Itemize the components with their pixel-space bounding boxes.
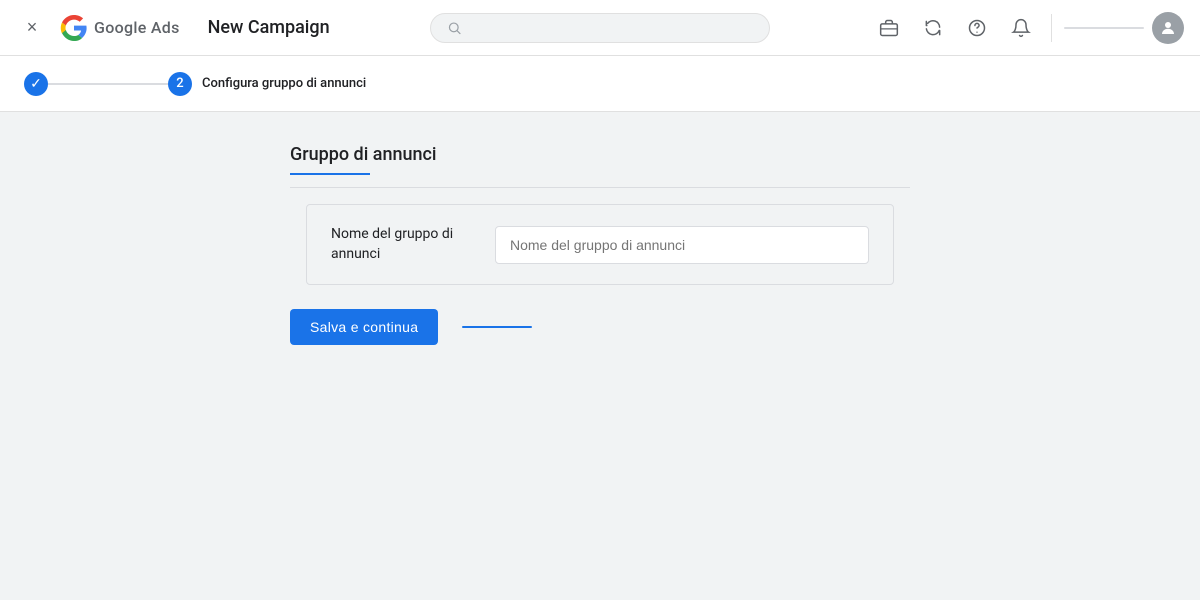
help-button[interactable] xyxy=(959,10,995,46)
ad-group-name-input[interactable] xyxy=(495,226,869,264)
user-icon xyxy=(1159,19,1177,37)
refresh-button[interactable] xyxy=(915,10,951,46)
campaign-title: New Campaign xyxy=(208,17,330,38)
avatar[interactable] xyxy=(1152,12,1184,44)
search-icon xyxy=(447,20,462,36)
progress-bar: ✓ 2 Configura gruppo di annunci xyxy=(0,56,1200,112)
content-wrapper: Gruppo di annunci Nome del gruppo di ann… xyxy=(290,144,910,345)
step-2-label: Configura gruppo di annunci xyxy=(202,76,366,91)
bell-icon xyxy=(1011,18,1031,38)
step-1-checkmark: ✓ xyxy=(30,76,42,92)
form-label: Nome del gruppo di annunci xyxy=(331,225,471,264)
header-actions xyxy=(871,10,1184,46)
refresh-icon xyxy=(923,18,943,38)
form-row: Nome del gruppo di annunci xyxy=(306,204,894,285)
section-title-area: Gruppo di annunci xyxy=(290,144,910,183)
section-divider xyxy=(290,187,910,188)
header: × Google Ads New Campaign xyxy=(0,0,1200,56)
search-box xyxy=(430,13,770,43)
google-ads-logo: Google Ads xyxy=(60,14,180,42)
step-2-number: 2 xyxy=(176,76,183,91)
help-icon xyxy=(967,18,987,38)
step-1: ✓ xyxy=(24,72,48,96)
search-input[interactable] xyxy=(470,20,753,36)
actions-row: Salva e continua xyxy=(290,301,910,345)
step-connector-line xyxy=(48,83,168,85)
save-continue-button[interactable]: Salva e continua xyxy=(290,309,438,345)
notifications-button[interactable] xyxy=(1003,10,1039,46)
skip-line xyxy=(462,326,532,328)
section-underline xyxy=(290,173,370,175)
logo-text: Google Ads xyxy=(94,18,180,37)
account-line xyxy=(1064,27,1144,29)
main-content: Gruppo di annunci Nome del gruppo di ann… xyxy=(0,112,1200,600)
briefcase-icon xyxy=(879,18,899,38)
close-icon: × xyxy=(27,17,38,38)
briefcase-button[interactable] xyxy=(871,10,907,46)
header-search xyxy=(330,13,871,43)
close-button[interactable]: × xyxy=(16,12,48,44)
step-2-circle: 2 xyxy=(168,72,192,96)
google-logo-icon xyxy=(60,14,88,42)
header-divider xyxy=(1051,14,1052,42)
step-2: 2 Configura gruppo di annunci xyxy=(168,72,366,96)
step-1-circle: ✓ xyxy=(24,72,48,96)
header-left: × Google Ads New Campaign xyxy=(16,12,330,44)
section-title: Gruppo di annunci xyxy=(290,144,437,165)
